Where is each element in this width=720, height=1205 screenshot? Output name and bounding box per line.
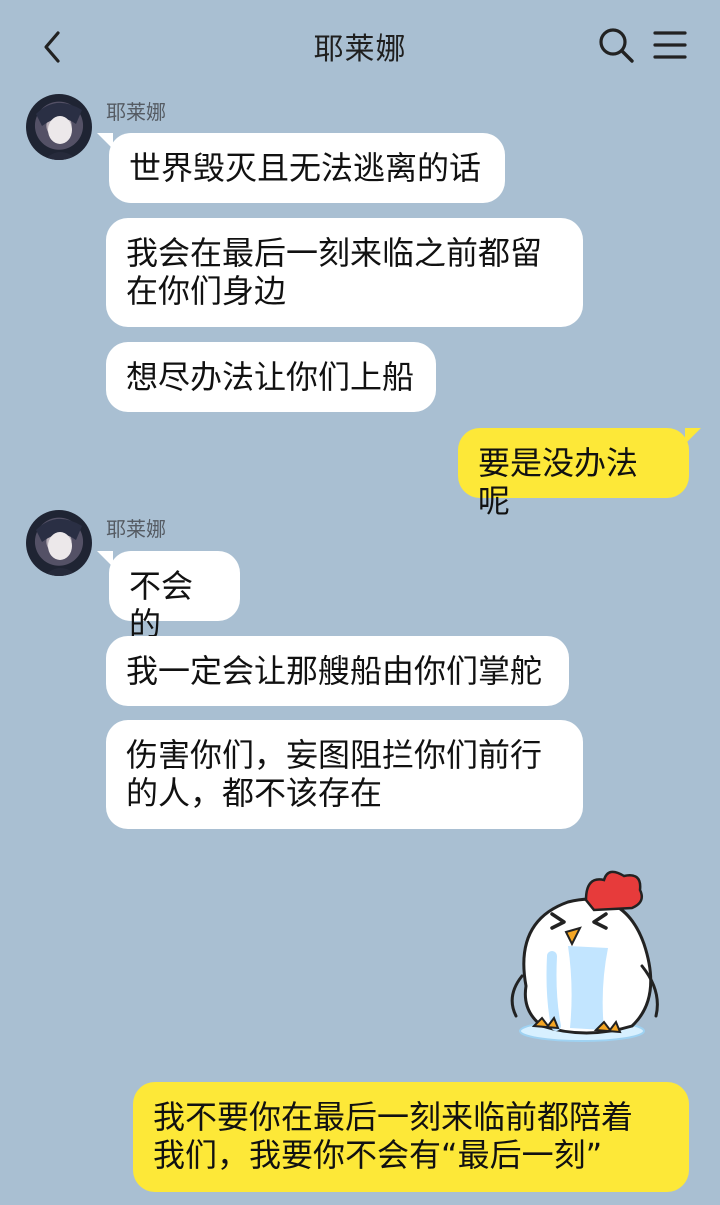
avatar[interactable] xyxy=(26,94,92,160)
menu-icon xyxy=(653,31,687,59)
my-message-bubble[interactable]: 我不要你在最后一刻来临前都陪着 我们，我要你不会有“最后一刻” xyxy=(133,1082,689,1192)
message-bubble[interactable]: 伤害你们，妄图阻拦你们前行 的人，都不该存在 xyxy=(106,720,583,829)
message-bubble[interactable]: 不会的 xyxy=(97,551,240,643)
back-button[interactable] xyxy=(32,20,72,74)
chevron-left-icon xyxy=(44,31,60,63)
menu-button[interactable] xyxy=(650,22,690,68)
message-bubble[interactable]: 世界毁灭且无法逃离的话 xyxy=(97,133,505,203)
search-button[interactable] xyxy=(596,22,636,68)
sender-name: 耶莱娜 xyxy=(106,100,166,124)
sticker[interactable] xyxy=(496,866,666,1048)
top-bar: 耶莱娜 xyxy=(0,0,720,92)
my-message-bubble[interactable]: 要是没办法呢 xyxy=(458,428,701,520)
message-bubble[interactable]: 想尽办法让你们上船 xyxy=(106,342,436,412)
sender-name: 耶莱娜 xyxy=(106,517,166,541)
chat-title: 耶莱娜 xyxy=(313,32,407,67)
avatar[interactable] xyxy=(26,510,92,576)
message-bubble[interactable]: 我会在最后一刻来临之前都留 在你们身边 xyxy=(106,218,583,327)
message-bubble[interactable]: 我一定会让那艘船由你们掌舵 xyxy=(106,636,569,706)
search-icon xyxy=(599,28,634,63)
avatar-portrait-icon xyxy=(36,518,82,576)
crying-chicken-sticker-icon xyxy=(510,870,659,1042)
avatar-portrait-icon xyxy=(36,102,82,160)
